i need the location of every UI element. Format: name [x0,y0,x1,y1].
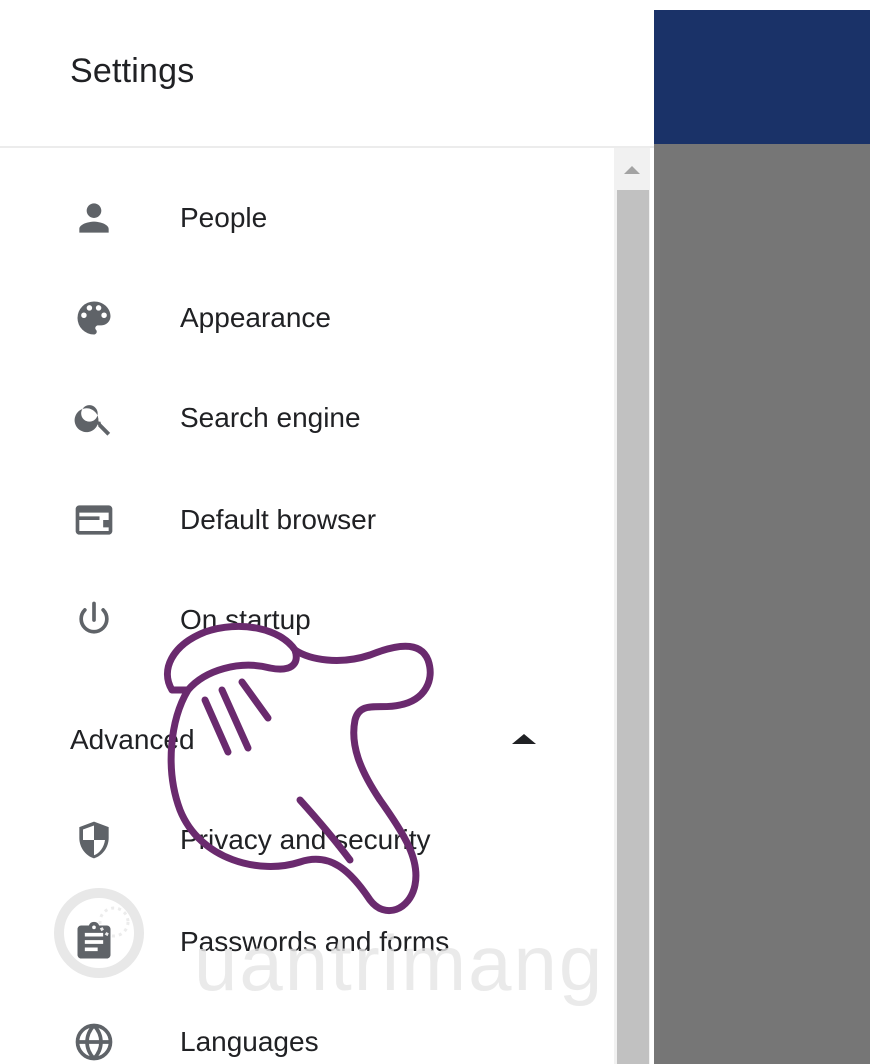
power-icon [72,598,116,642]
sidebar-item-label: Languages [180,1026,319,1057]
advanced-section-toggle[interactable]: Advanced [0,700,600,780]
sidebar-item-on-startup[interactable]: On startup [0,580,600,660]
advanced-label: Advanced [70,724,195,755]
sidebar-item-default-browser[interactable]: Default browser [0,480,600,560]
sidebar-header: Settings [0,0,654,148]
caret-up-icon [512,734,536,744]
top-strip [654,0,870,10]
sidebar-item-label: Passwords and forms [180,926,450,957]
sidebar-item-label: People [180,202,268,233]
globe-icon [72,1020,116,1064]
sidebar-item-people[interactable]: People [0,178,600,258]
sidebar-item-label: On startup [180,604,311,635]
settings-window: Settings People Appearance Search engine… [0,0,870,1064]
browser-window-icon [72,498,116,542]
sidebar-item-appearance[interactable]: Appearance [0,278,600,358]
search-icon [72,396,116,440]
scroll-up-arrow[interactable] [614,148,650,188]
scroll-thumb[interactable] [617,190,649,1064]
sidebar-item-privacy-and-security[interactable]: Privacy and security [0,800,600,880]
page-title: Settings [70,52,195,90]
sidebar-item-search-engine[interactable]: Search engine [0,378,600,458]
content-overlay [654,144,870,1064]
toolbar-background [654,10,870,144]
sidebar-item-label: Appearance [180,302,332,333]
clipboard-icon [72,920,116,964]
shield-icon [72,818,116,862]
sidebar-scrollbar[interactable] [614,148,650,1064]
palette-icon [72,296,116,340]
sidebar-item-label: Default browser [180,504,377,535]
sidebar-item-label: Privacy and security [180,824,431,855]
sidebar-item-passwords-and-forms[interactable]: Passwords and forms [0,902,600,982]
sidebar-item-label: Search engine [180,402,361,433]
sidebar-item-languages[interactable]: Languages [0,1002,600,1064]
person-icon [72,196,116,240]
